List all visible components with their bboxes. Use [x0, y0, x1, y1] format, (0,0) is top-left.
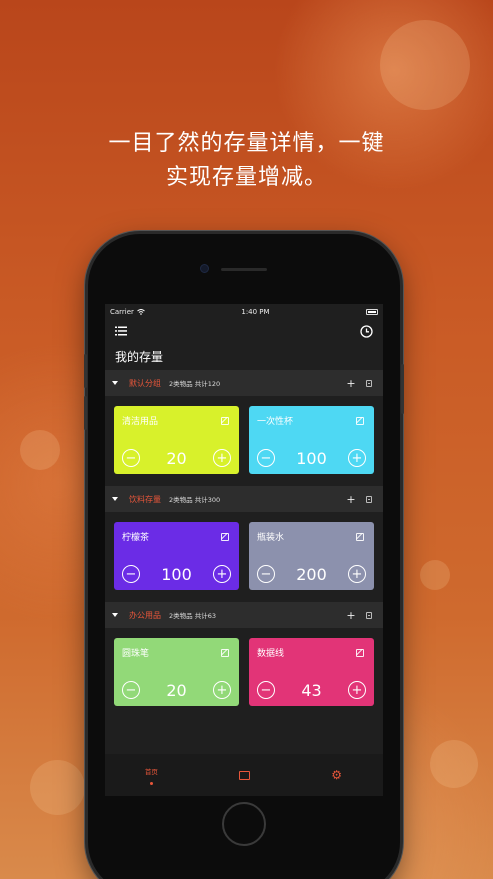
- decrement-button[interactable]: −: [122, 681, 140, 699]
- collapse-arrow-icon[interactable]: [112, 613, 118, 617]
- edit-icon[interactable]: [221, 533, 229, 541]
- item-name: 数据线: [257, 649, 285, 659]
- status-time: 1:40 PM: [241, 308, 270, 316]
- status-bar: Carrier 1:40 PM: [105, 304, 383, 320]
- item-cards: 圆珠笔 − 20 + 数据线 − 43 +: [105, 628, 383, 718]
- increment-button[interactable]: +: [347, 565, 366, 583]
- app-screen: Carrier 1:40 PM 我的存量 默认分组 2类物品 共计120 + 清…: [105, 304, 383, 796]
- wifi-icon: [137, 309, 145, 315]
- item-quantity: 100: [161, 564, 192, 584]
- category-name: 默认分组: [129, 378, 161, 388]
- category-summary: 2类物品 共计300: [169, 496, 221, 504]
- decrement-button[interactable]: −: [257, 681, 275, 699]
- volume-button: [84, 354, 87, 388]
- increment-button[interactable]: +: [212, 681, 231, 699]
- category-header[interactable]: 默认分组 2类物品 共计120 +: [105, 370, 383, 396]
- headline-line-2: 实现存量增减。: [165, 165, 327, 190]
- increment-button[interactable]: +: [347, 449, 366, 467]
- add-item-button[interactable]: +: [340, 377, 362, 390]
- category-header[interactable]: 饮料存量 2类物品 共计300 +: [105, 486, 383, 512]
- collapse-arrow-icon[interactable]: [112, 497, 118, 501]
- collapse-arrow-icon[interactable]: [112, 381, 118, 385]
- increment-button[interactable]: +: [212, 565, 231, 583]
- tab-bar: 首页 ⚙: [105, 754, 383, 796]
- volume-button: [84, 396, 87, 430]
- item-quantity: 43: [301, 680, 322, 700]
- page-title: 我的存量: [115, 350, 164, 364]
- item-quantity: 100: [296, 448, 327, 468]
- bokeh-dot: [20, 430, 60, 470]
- item-quantity: 20: [166, 448, 187, 468]
- item-name: 瓶装水: [257, 533, 285, 543]
- category-name: 饮料存量: [129, 494, 161, 504]
- item-card[interactable]: 柠檬茶 − 100 +: [114, 522, 239, 590]
- document-icon: [366, 495, 372, 503]
- bokeh-dot: [380, 20, 470, 110]
- category-header[interactable]: 办公用品 2类物品 共计63 +: [105, 602, 383, 628]
- category-list-button[interactable]: [362, 379, 376, 387]
- power-button: [401, 364, 404, 414]
- category-summary: 2类物品 共计120: [169, 380, 221, 388]
- decrement-button[interactable]: −: [122, 449, 140, 467]
- edit-icon[interactable]: [221, 649, 229, 657]
- document-icon: [366, 379, 372, 387]
- add-item-button[interactable]: +: [340, 493, 362, 506]
- list-icon[interactable]: [115, 326, 127, 336]
- headline-line-1: 一目了然的存量详情，一键: [108, 131, 385, 156]
- category-list-button[interactable]: [362, 495, 376, 503]
- item-name: 清洁用品: [122, 417, 159, 427]
- bokeh-dot: [420, 560, 450, 590]
- carrier-label: Carrier: [110, 308, 134, 316]
- category-name: 办公用品: [129, 610, 161, 620]
- edit-icon[interactable]: [221, 417, 229, 425]
- chart-icon: [238, 770, 250, 780]
- item-card[interactable]: 数据线 − 43 +: [249, 638, 374, 706]
- item-card[interactable]: 瓶装水 − 200 +: [249, 522, 374, 590]
- decrement-button[interactable]: −: [257, 449, 275, 467]
- item-quantity: 20: [166, 680, 187, 700]
- edit-icon[interactable]: [356, 417, 364, 425]
- add-item-button[interactable]: +: [340, 609, 362, 622]
- tab-home-label: 首页: [144, 767, 158, 776]
- tab-home[interactable]: 首页: [105, 754, 198, 796]
- item-card[interactable]: 清洁用品 − 20 +: [114, 406, 239, 474]
- edit-icon[interactable]: [356, 533, 364, 541]
- item-name: 柠檬茶: [122, 533, 150, 543]
- bokeh-dot: [30, 760, 85, 815]
- increment-button[interactable]: +: [212, 449, 231, 467]
- battery-icon: [365, 309, 378, 315]
- item-name: 圆珠笔: [122, 649, 150, 659]
- item-cards: 柠檬茶 − 100 + 瓶装水 − 200 +: [105, 512, 383, 602]
- tab-chart[interactable]: [198, 754, 291, 796]
- front-camera: [200, 264, 209, 273]
- bokeh-dot: [430, 740, 478, 788]
- increment-button[interactable]: +: [347, 681, 366, 699]
- home-button[interactable]: [222, 802, 266, 846]
- category-summary: 2类物品 共计63: [169, 612, 216, 620]
- item-quantity: 200: [296, 564, 327, 584]
- toolbar: [105, 320, 383, 342]
- item-name: 一次性杯: [257, 417, 294, 427]
- edit-icon[interactable]: [356, 649, 364, 657]
- item-card[interactable]: 圆珠笔 − 20 +: [114, 638, 239, 706]
- phone-mockup: Carrier 1:40 PM 我的存量 默认分组 2类物品 共计120 + 清…: [84, 234, 404, 879]
- decrement-button[interactable]: −: [257, 565, 275, 583]
- document-icon: [366, 611, 372, 619]
- active-tab-indicator: [149, 781, 153, 785]
- gear-icon: ⚙: [331, 768, 343, 782]
- category-list-button[interactable]: [362, 611, 376, 619]
- tab-settings[interactable]: ⚙: [290, 754, 383, 796]
- item-card[interactable]: 一次性杯 − 100 +: [249, 406, 374, 474]
- item-cards: 清洁用品 − 20 + 一次性杯 − 100 +: [105, 396, 383, 486]
- earpiece-speaker: [221, 268, 267, 271]
- clock-icon[interactable]: [360, 324, 373, 338]
- decrement-button[interactable]: −: [122, 565, 140, 583]
